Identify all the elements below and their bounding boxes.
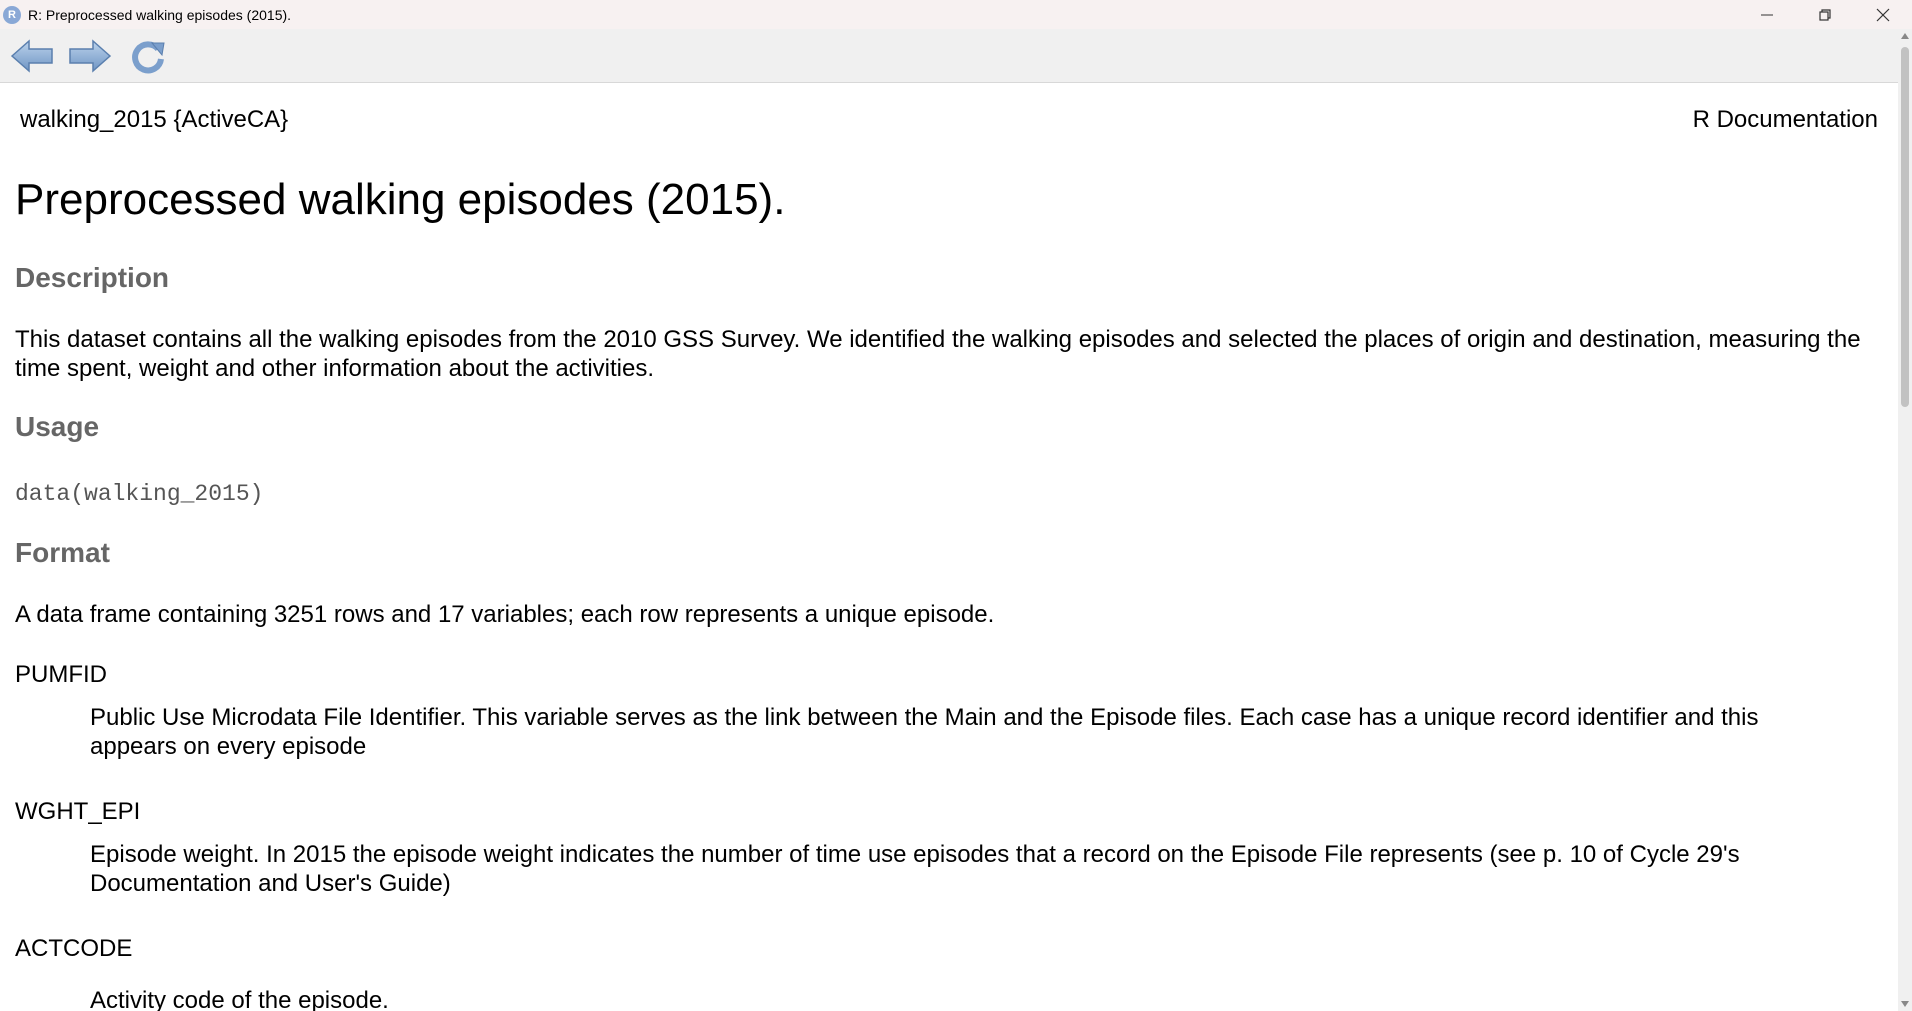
variable-description: Public Use Microdata File Identifier. Th…: [90, 704, 1759, 760]
variable-description: Episode weight. In 2015 the episode weig…: [90, 841, 1740, 897]
refresh-icon: [132, 40, 165, 73]
restore-icon: [1819, 8, 1831, 21]
variable-name: PUMFID: [15, 661, 107, 688]
scroll-thumb[interactable]: [1901, 47, 1909, 407]
refresh-button[interactable]: [122, 34, 174, 78]
minimize-button[interactable]: [1738, 0, 1796, 29]
usage-code: data(walking_2015): [15, 481, 264, 507]
format-text: A data frame containing 3251 rows and 17…: [15, 601, 995, 628]
scroll-up-arrow-icon[interactable]: [1901, 33, 1909, 39]
forward-arrow-icon: [69, 38, 112, 73]
back-button[interactable]: [6, 34, 58, 78]
title-bar: R R: Preprocessed walking episodes (2015…: [0, 0, 1912, 29]
page-title: Preprocessed walking episodes (2015).: [15, 175, 786, 224]
toolbar: [0, 29, 1912, 83]
format-heading: Format: [15, 537, 110, 568]
close-button[interactable]: [1854, 0, 1912, 29]
scroll-down-arrow-icon[interactable]: [1901, 1001, 1909, 1007]
help-content: walking_2015 {ActiveCA} R Documentation …: [0, 83, 1898, 1011]
window-title: R: Preprocessed walking episodes (2015).: [28, 6, 292, 23]
minimize-icon: [1761, 14, 1773, 15]
back-arrow-icon: [10, 38, 53, 73]
usage-heading: Usage: [15, 411, 100, 442]
description-text: This dataset contains all the walking ep…: [15, 326, 1861, 382]
restore-button[interactable]: [1796, 0, 1854, 29]
vertical-scrollbar[interactable]: [1898, 29, 1912, 1011]
window-controls: [1738, 0, 1912, 29]
r-app-icon: R: [3, 5, 21, 24]
variable-description: Activity code of the episode.: [90, 987, 389, 1011]
variable-name: ACTCODE: [15, 935, 133, 962]
description-heading: Description: [15, 262, 170, 293]
r-documentation-label: R Documentation: [1692, 106, 1878, 133]
topic-package-label: walking_2015 {ActiveCA}: [20, 106, 289, 133]
forward-button[interactable]: [64, 34, 116, 78]
variable-name: WGHT_EPI: [15, 798, 141, 825]
close-icon: [1876, 8, 1890, 21]
